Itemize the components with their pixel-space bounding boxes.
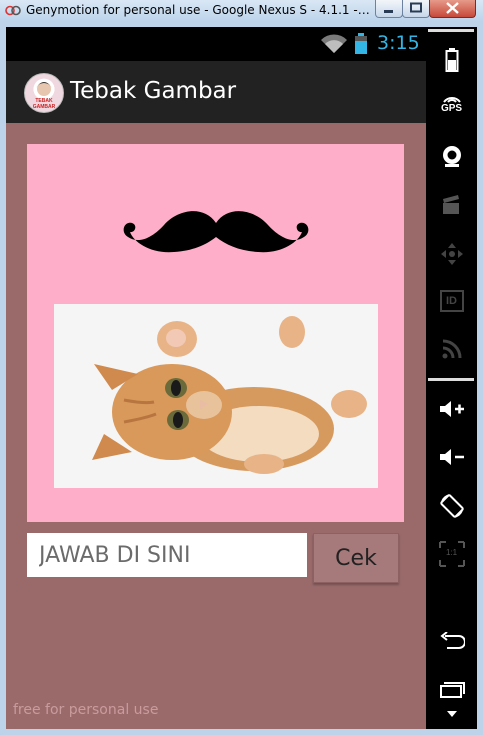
wifi-icon: [321, 34, 347, 53]
volume-down-button[interactable]: [426, 437, 477, 477]
battery-tool[interactable]: [426, 40, 477, 80]
close-button[interactable]: [429, 0, 476, 18]
scroll-down-button[interactable]: [426, 703, 477, 725]
camera-tool[interactable]: [426, 137, 477, 177]
id-label: ID: [446, 295, 457, 307]
kitten-illustration: [54, 304, 378, 488]
mustache-image: [123, 211, 309, 253]
volume-up-button[interactable]: [426, 389, 477, 429]
dpad-icon: [440, 243, 463, 265]
gps-label: GPS: [440, 103, 463, 114]
recent-apps-icon: [439, 682, 465, 698]
genymotion-icon: [5, 5, 21, 16]
logo-text: TEBAK GAMBAR: [32, 98, 56, 110]
rss-icon: [442, 339, 461, 359]
scale-label: 1:1: [445, 548, 458, 557]
kitten-image: [54, 304, 378, 488]
cast-tool[interactable]: [426, 329, 477, 369]
gps-tool[interactable]: GPS: [426, 84, 477, 124]
emulator-toolbar: GPS ID 1:1: [426, 27, 477, 729]
window-titlebar: Genymotion for personal use - Google Nex…: [0, 0, 483, 23]
status-bar: 3:15: [6, 27, 426, 61]
battery-icon: [355, 33, 367, 54]
status-time: 3:15: [377, 32, 420, 54]
id-tool[interactable]: ID: [426, 281, 477, 321]
dpad-tool[interactable]: [426, 234, 477, 274]
webcam-icon: [442, 146, 461, 167]
clapperboard-icon: [442, 195, 459, 214]
toolbar-divider: [428, 378, 474, 381]
app-title: Tebak Gambar: [70, 78, 237, 104]
rotate-icon: [439, 494, 464, 518]
minimize-button[interactable]: [375, 0, 403, 18]
device-screen: 3:15 TEBAK GAMBAR Tebak Gambar JAWAB DI …: [6, 27, 426, 729]
rotate-button[interactable]: [426, 486, 477, 526]
maximize-button[interactable]: [402, 0, 430, 18]
back-button[interactable]: [426, 621, 477, 661]
maximize-icon: [410, 2, 422, 13]
volume-down-icon: [439, 449, 464, 465]
back-icon: [439, 632, 465, 649]
watermark: free for personal use: [13, 702, 159, 718]
window-title: Genymotion for personal use - Google Nex…: [26, 3, 371, 17]
picture-card: [27, 144, 404, 522]
close-icon: [446, 2, 459, 14]
battery-icon: [445, 48, 458, 72]
screencast-tool[interactable]: [426, 185, 477, 225]
pixel-perfect-button[interactable]: 1:1: [426, 534, 477, 574]
chevron-down-icon: [446, 711, 457, 717]
gps-signal-icon: [442, 97, 461, 103]
minimize-icon: [384, 10, 393, 13]
app-logo[interactable]: TEBAK GAMBAR: [24, 73, 64, 113]
volume-up-icon: [439, 401, 464, 417]
check-button[interactable]: Cek: [313, 533, 399, 583]
toolbar-divider: [428, 29, 474, 32]
answer-input[interactable]: [27, 533, 307, 577]
action-bar: TEBAK GAMBAR Tebak Gambar: [6, 61, 426, 123]
